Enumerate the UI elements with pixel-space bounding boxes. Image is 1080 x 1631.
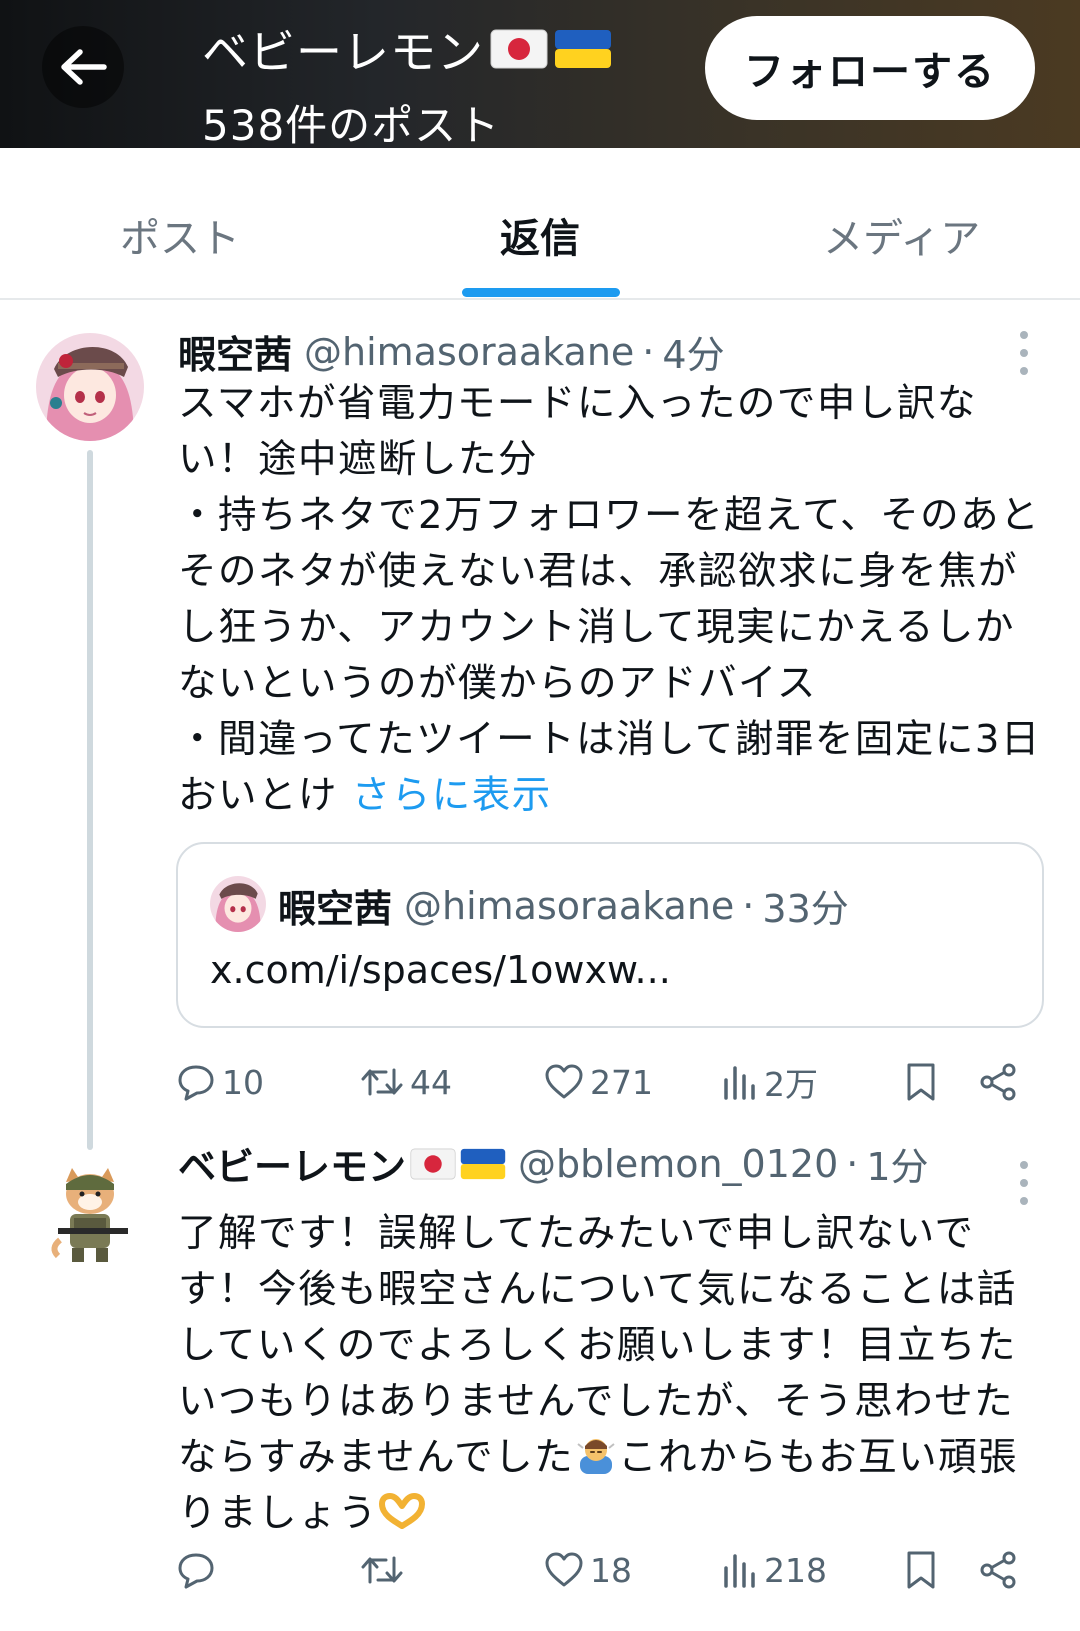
share-button[interactable] bbox=[978, 1540, 1018, 1600]
post-text-line: りましょう bbox=[178, 1486, 1048, 1542]
views-count: 2万 bbox=[764, 1065, 818, 1104]
reply-button[interactable]: 10 bbox=[176, 1052, 264, 1112]
quoted-post-separator: · bbox=[742, 883, 755, 928]
more-options-icon[interactable] bbox=[1014, 331, 1034, 375]
post-text-fragment: おいとけ bbox=[178, 773, 339, 818]
post-text-fragment: これからもお互い頑張 bbox=[618, 1435, 1019, 1480]
post-text-line: そのネタが使えない君は、承認欲求に身を焦が bbox=[178, 549, 1019, 594]
share-button[interactable] bbox=[978, 1052, 1018, 1112]
post-text-line: ・間違ってたツイートは消して謝罪を固定に3日 bbox=[178, 717, 1041, 762]
post-action-bar: 18 218 bbox=[176, 1540, 1036, 1600]
post-handle[interactable]: @bblemon_0120 bbox=[518, 1142, 838, 1186]
heart-icon bbox=[545, 1064, 583, 1099]
shiba-soldier-avatar-icon bbox=[36, 1160, 144, 1268]
avatar[interactable] bbox=[36, 333, 144, 441]
thread-connector-line bbox=[87, 450, 93, 1150]
quoted-post-handle: @himasoraakane bbox=[404, 883, 735, 928]
arrow-left-icon bbox=[61, 49, 107, 85]
post-header: ベビーレモン @bblemon_0120 · 1分 bbox=[178, 1136, 929, 1191]
post-text-line: ならすみませんでした これからもお互い頑張 bbox=[178, 1430, 1048, 1486]
views-icon bbox=[724, 1554, 755, 1588]
views-count: 218 bbox=[764, 1550, 827, 1590]
reply-icon bbox=[178, 1065, 214, 1101]
post-separator: · bbox=[642, 329, 655, 374]
like-button[interactable]: 271 bbox=[544, 1052, 653, 1112]
active-tab-indicator bbox=[462, 288, 620, 297]
quoted-post-author: 暇空茜 bbox=[278, 887, 393, 931]
quoted-post-time: 33分 bbox=[762, 887, 849, 931]
post-header: 暇空茜 @himasoraakane · 4分 bbox=[178, 324, 725, 379]
quoted-post-header: 暇空茜 @himasoraakane · 33分 bbox=[278, 878, 849, 933]
post-text-fragment: りましょう bbox=[178, 1491, 379, 1536]
anime-girl-avatar-icon bbox=[210, 876, 266, 932]
bookmark-icon bbox=[907, 1063, 935, 1101]
tab-replies[interactable]: 返信 bbox=[500, 206, 580, 264]
quoted-post[interactable]: 暇空茜 @himasoraakane · 33分 x.com/i/spaces/… bbox=[176, 842, 1044, 1028]
more-options-icon[interactable] bbox=[1014, 1161, 1034, 1205]
repost-button[interactable]: 44 bbox=[360, 1052, 452, 1112]
tab-media[interactable]: メディア bbox=[823, 206, 980, 264]
profile-name: ベビーレモン bbox=[202, 16, 612, 82]
anime-girl-avatar-icon bbox=[36, 333, 144, 441]
share-icon bbox=[980, 1551, 1016, 1589]
post-text-line: していくのでよろしくお願いします！目立ちた bbox=[178, 1323, 1017, 1368]
bookmark-icon bbox=[907, 1551, 935, 1589]
bookmark-button[interactable] bbox=[904, 1540, 938, 1600]
post-text-line: す！今後も暇空さんについて気になることは話 bbox=[178, 1267, 1017, 1312]
post-text-line: いつもりはありませんでしたが、そう思わせた bbox=[178, 1379, 1015, 1424]
repost-count: 44 bbox=[410, 1062, 452, 1102]
tab-posts[interactable]: ポスト bbox=[120, 206, 240, 264]
post-text-line: おいとけ さらに表示 bbox=[178, 768, 1048, 824]
post-text-fragment: ならすみませんでした bbox=[178, 1435, 575, 1480]
repost-button[interactable] bbox=[360, 1540, 410, 1600]
japan-flag-icon bbox=[410, 1148, 456, 1179]
ukraine-flag-icon bbox=[460, 1148, 506, 1179]
post-text-line: ないというのが僕からのアドバイス bbox=[178, 661, 817, 706]
post-author[interactable]: 暇空茜 bbox=[178, 324, 292, 379]
profile-name-text: ベビーレモン bbox=[202, 25, 484, 79]
post-text-line: 了解です！誤解してたみたいで申し訳ないで bbox=[178, 1211, 975, 1256]
post-author[interactable]: ベビーレモン bbox=[178, 1136, 406, 1191]
quoted-post-text[interactable]: x.com/i/spaces/1owxw... bbox=[210, 948, 671, 992]
post-text: 了解です！誤解してたみたいで申し訳ないで す！今後も暇空さんについて気になること… bbox=[178, 1206, 1048, 1542]
post-text-line: スマホが省電力モードに入ったので申し訳な bbox=[178, 381, 977, 426]
profile-tabs: ポスト 返信 メディア bbox=[0, 148, 1080, 300]
ukraine-flag-icon bbox=[555, 30, 611, 68]
repost-icon bbox=[361, 1068, 403, 1096]
avatar bbox=[210, 876, 266, 932]
share-icon bbox=[980, 1063, 1016, 1101]
repost-icon bbox=[361, 1556, 403, 1584]
views-button[interactable]: 2万 bbox=[722, 1052, 818, 1112]
avatar[interactable] bbox=[36, 1160, 144, 1268]
follow-button[interactable]: フォローする bbox=[705, 16, 1035, 120]
post-text-line: い！途中遮断した分 bbox=[178, 437, 539, 482]
post-time[interactable]: 4分 bbox=[662, 324, 724, 379]
views-button[interactable]: 218 bbox=[722, 1540, 827, 1600]
like-count: 271 bbox=[590, 1062, 653, 1102]
heart-hands-emoji-icon bbox=[379, 1493, 426, 1529]
profile-header: ベビーレモン 538件のポスト フォローする bbox=[0, 0, 1080, 150]
heart-icon bbox=[545, 1552, 583, 1587]
like-count: 18 bbox=[590, 1550, 632, 1590]
reply-count: 10 bbox=[222, 1062, 264, 1102]
post-text-line: ・持ちネタで2万フォロワーを超えて、そのあと bbox=[178, 493, 1041, 538]
post-text: スマホが省電力モードに入ったので申し訳な い！途中遮断した分 ・持ちネタで2万フ… bbox=[178, 376, 1048, 824]
post-handle[interactable]: @himasoraakane bbox=[304, 330, 634, 374]
post-text-line: し狂うか、アカウント消して現実にかえるしか bbox=[178, 605, 1015, 650]
reply-button[interactable] bbox=[176, 1540, 222, 1600]
japan-flag-icon bbox=[490, 29, 548, 69]
like-button[interactable]: 18 bbox=[544, 1540, 632, 1600]
post-action-bar: 10 44 271 2万 bbox=[176, 1052, 1036, 1112]
bookmark-button[interactable] bbox=[904, 1052, 938, 1112]
post-separator: · bbox=[846, 1141, 859, 1186]
bowing-person-emoji-icon bbox=[577, 1439, 615, 1474]
back-button[interactable] bbox=[42, 26, 124, 108]
post-time[interactable]: 1分 bbox=[866, 1136, 928, 1191]
post-count: 538件のポスト bbox=[202, 101, 501, 150]
views-icon bbox=[724, 1066, 755, 1100]
show-more-link[interactable]: さらに表示 bbox=[352, 773, 552, 818]
reply-icon bbox=[178, 1553, 214, 1589]
